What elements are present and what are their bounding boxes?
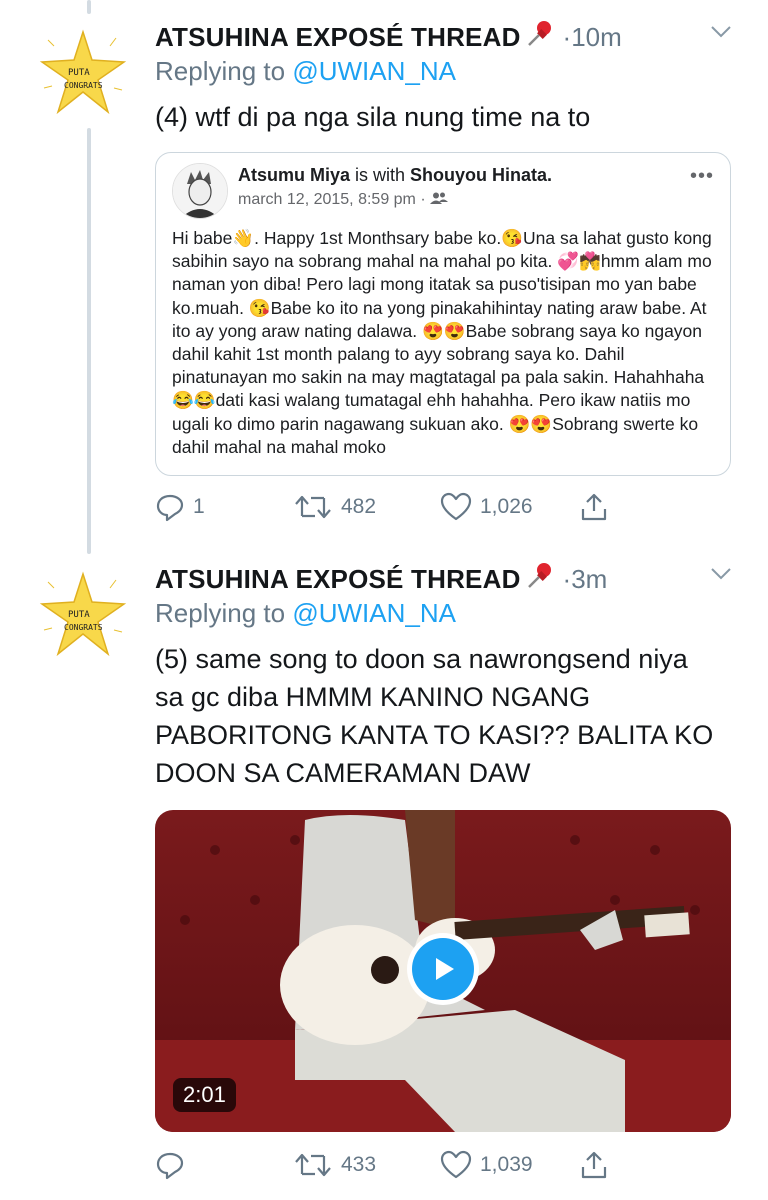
replying-to: Replying to @UWIAN_NA xyxy=(155,598,456,628)
like-icon xyxy=(440,492,472,521)
svg-text:CONGRATS: CONGRATS xyxy=(64,81,103,90)
reply-count: 1 xyxy=(193,495,205,518)
pin-icon xyxy=(525,18,555,53)
video-player[interactable]: 2:01 xyxy=(155,810,731,1132)
pin-icon xyxy=(525,560,555,595)
retweet-icon xyxy=(295,495,331,519)
tweet-actions: 1 482 1,026 xyxy=(155,492,733,528)
reply-button[interactable]: 1 xyxy=(155,492,205,522)
tweet-text: (5) same song to doon sa nawrongsend niy… xyxy=(155,644,714,788)
svg-text:CONGRATS: CONGRATS xyxy=(64,623,103,632)
like-button[interactable]: 1,026 xyxy=(440,492,533,522)
retweet-count: 482 xyxy=(341,495,377,518)
tweet-text: (4) wtf di pa nga sila nung time na to xyxy=(155,102,591,132)
retweet-count: 433 xyxy=(341,1153,377,1176)
quoted-facebook-post[interactable]: Atsumu Miya is with Shouyou Hinata. marc… xyxy=(155,152,731,476)
avatar[interactable]: PUTA CONGRATS xyxy=(38,28,128,118)
author-name[interactable]: ATSUHINA EXPOSÉ THREAD xyxy=(155,564,521,594)
caret-down-icon[interactable] xyxy=(709,24,733,45)
tweet-actions: 433 1,039 xyxy=(155,1150,733,1186)
timestamp[interactable]: ·3m xyxy=(563,564,608,594)
play-icon xyxy=(436,958,454,980)
audience-friends-icon xyxy=(430,191,449,208)
reply-handle-link[interactable]: @UWIAN_NA xyxy=(292,56,456,86)
share-icon xyxy=(581,493,607,521)
fb-post-body: Hi babe👋. Happy 1st Monthsary babe ko.😘U… xyxy=(172,228,712,457)
author-name[interactable]: ATSUHINA EXPOSÉ THREAD xyxy=(155,22,521,52)
video-duration: 2:01 xyxy=(173,1078,236,1112)
retweet-button[interactable]: 482 xyxy=(293,492,376,522)
like-icon xyxy=(440,1150,472,1179)
share-icon xyxy=(581,1151,607,1179)
reply-handle-link[interactable]: @UWIAN_NA xyxy=(292,598,456,628)
reply-button[interactable] xyxy=(155,1150,193,1180)
reply-icon xyxy=(156,494,184,522)
more-options-icon[interactable]: ••• xyxy=(690,165,714,188)
fb-post-header: Atsumu Miya is with Shouyou Hinata. xyxy=(238,165,553,185)
tweet-4[interactable]: PUTA CONGRATS ATSUHINA EXPOSÉ THREAD ·10m… xyxy=(0,0,768,560)
avatar[interactable]: PUTA CONGRATS xyxy=(38,570,128,660)
timestamp[interactable]: ·10m xyxy=(563,22,622,52)
share-button[interactable] xyxy=(579,492,617,522)
replying-to: Replying to @UWIAN_NA xyxy=(155,56,456,86)
svg-text:PUTA: PUTA xyxy=(68,68,90,78)
play-button[interactable] xyxy=(407,933,479,1005)
like-button[interactable]: 1,039 xyxy=(440,1150,533,1180)
caret-down-icon[interactable] xyxy=(709,566,733,587)
like-count: 1,026 xyxy=(480,495,533,518)
svg-text:PUTA: PUTA xyxy=(68,610,90,620)
like-count: 1,039 xyxy=(480,1153,533,1176)
reply-icon xyxy=(156,1152,184,1180)
share-button[interactable] xyxy=(579,1150,617,1180)
retweet-icon xyxy=(295,1153,331,1177)
fb-post-date: march 12, 2015, 8:59 pm · xyxy=(238,191,449,209)
retweet-button[interactable]: 433 xyxy=(293,1150,376,1180)
fb-avatar xyxy=(172,163,228,219)
